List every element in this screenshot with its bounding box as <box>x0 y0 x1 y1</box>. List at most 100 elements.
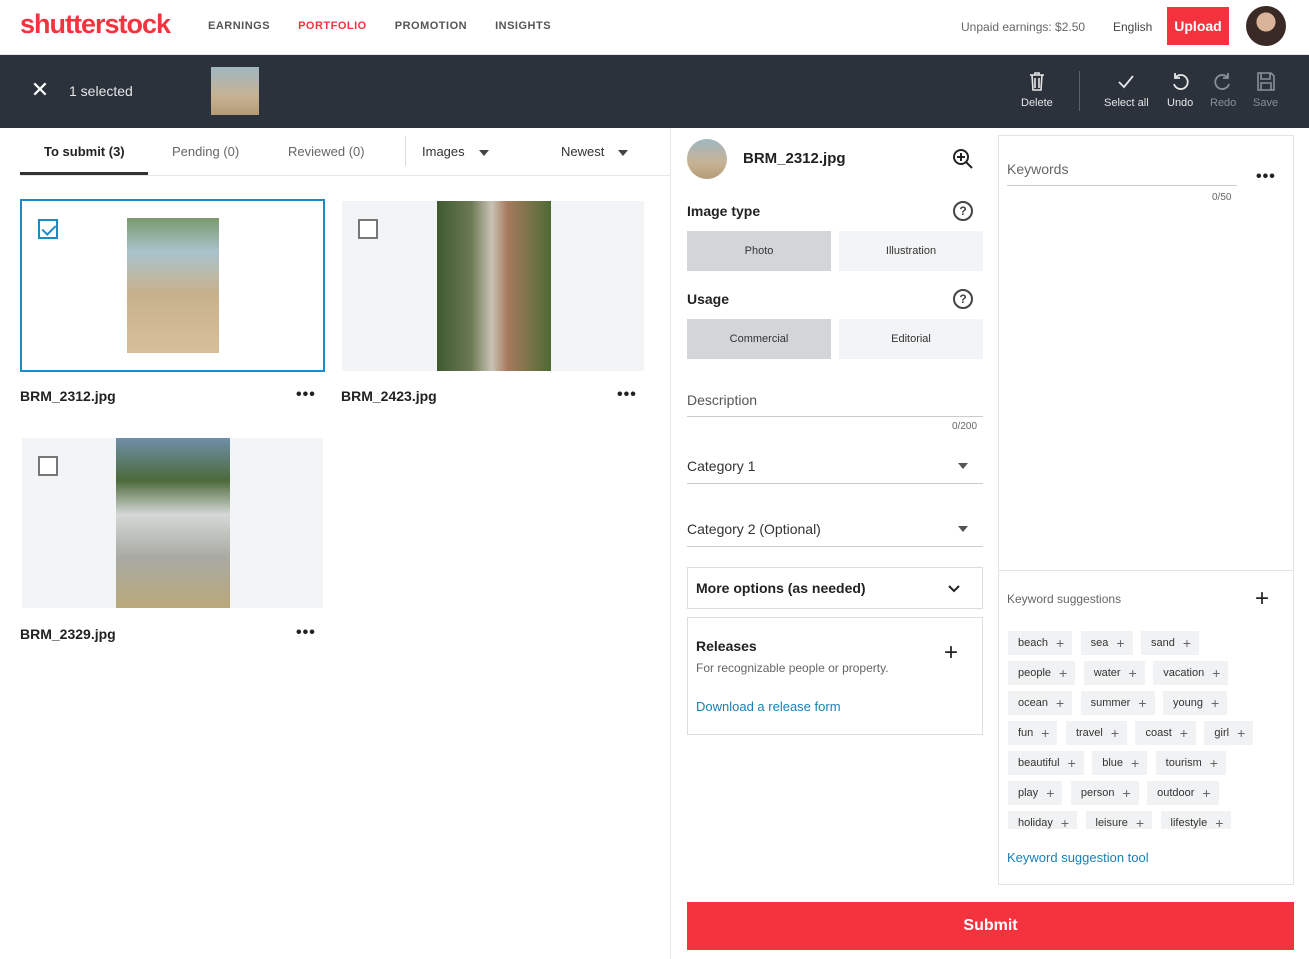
plus-icon: + <box>1122 785 1131 801</box>
plus-icon: + <box>1060 815 1070 829</box>
chevron-down-icon <box>958 463 968 469</box>
image-card[interactable] <box>22 438 323 608</box>
redo-label: Redo <box>1210 97 1237 109</box>
nav-portfolio[interactable]: PORTFOLIO <box>298 20 367 32</box>
delete-button[interactable]: Delete <box>1021 70 1053 109</box>
keyword-chip[interactable]: sand + <box>1141 631 1200 655</box>
more-icon[interactable]: ••• <box>296 386 316 404</box>
description-field[interactable]: Description <box>687 392 757 408</box>
select-all-button[interactable]: Select all <box>1104 70 1149 109</box>
description-count: 0/200 <box>952 421 978 432</box>
keyword-chip[interactable]: holiday + <box>1008 811 1078 829</box>
image-checkbox[interactable] <box>38 219 58 239</box>
more-options-toggle[interactable]: More options (as needed) <box>687 567 983 609</box>
keyword-chip[interactable]: leisure + <box>1085 811 1153 829</box>
keyword-chip[interactable]: travel + <box>1065 721 1128 745</box>
keywords-input[interactable]: Keywords <box>1007 161 1068 177</box>
image-card[interactable] <box>20 199 325 372</box>
top-bar: shutterstock EARNINGS PORTFOLIO PROMOTIO… <box>0 0 1309 55</box>
close-selection-icon[interactable]: ✕ <box>30 79 50 101</box>
redo-button[interactable]: Redo <box>1210 70 1236 109</box>
unpaid-earnings: Unpaid earnings: $2.50 <box>961 20 1086 34</box>
keywords-underline <box>1007 185 1237 186</box>
chip-label: beautiful <box>1018 757 1060 769</box>
keyword-chip[interactable]: tourism + <box>1155 751 1226 775</box>
image-thumbnail <box>437 201 551 371</box>
tab-to-submit[interactable]: To submit (3) <box>44 144 125 159</box>
chip-label: vacation <box>1163 667 1205 679</box>
sort-label: Newest <box>561 144 605 159</box>
keyword-chip[interactable]: water + <box>1083 661 1145 685</box>
image-type-title: Image type <box>687 203 761 219</box>
tab-pending[interactable]: Pending (0) <box>172 144 239 159</box>
plus-icon: + <box>1182 635 1192 651</box>
more-icon[interactable]: ••• <box>1256 168 1276 186</box>
plus-icon: + <box>1179 725 1188 741</box>
category2-select[interactable]: Category 2 (Optional) <box>687 521 821 537</box>
nav-earnings[interactable]: EARNINGS <box>208 20 270 32</box>
keyword-chip[interactable]: girl + <box>1204 721 1254 745</box>
keyword-chip[interactable]: summer + <box>1080 691 1155 715</box>
keyword-chip[interactable]: outdoor + <box>1147 781 1219 805</box>
keyword-chip[interactable]: sea + <box>1080 631 1133 655</box>
suggestions-title: Keyword suggestions <box>1007 592 1122 606</box>
plus-icon: + <box>1041 725 1050 741</box>
chevron-down-icon <box>478 149 489 156</box>
avatar[interactable] <box>1246 6 1286 46</box>
add-release-icon[interactable]: + <box>944 641 958 665</box>
more-icon[interactable]: ••• <box>296 624 316 642</box>
plus-icon: + <box>1138 695 1147 711</box>
shutterstock-logo[interactable]: shutterstock <box>20 9 171 40</box>
image-type-photo[interactable]: Photo <box>687 231 831 271</box>
type-filter-dropdown[interactable]: Images <box>422 144 489 159</box>
chip-label: person <box>1080 787 1115 799</box>
keyword-chip[interactable]: blue + <box>1092 751 1148 775</box>
toolbar-divider <box>1079 71 1080 111</box>
image-thumbnail <box>127 218 219 353</box>
select-all-label: Select all <box>1104 97 1149 109</box>
keyword-chip[interactable]: fun + <box>1008 721 1058 745</box>
submit-button[interactable]: Submit <box>687 902 1294 950</box>
plus-icon: + <box>1067 755 1076 771</box>
plus-icon: + <box>1059 665 1068 681</box>
undo-button[interactable]: Undo <box>1167 70 1193 109</box>
keyword-chip[interactable]: beach + <box>1008 631 1073 655</box>
help-icon[interactable]: ? <box>953 201 973 221</box>
zoom-in-icon[interactable] <box>952 148 974 170</box>
save-button[interactable]: Save <box>1253 70 1278 109</box>
help-icon[interactable]: ? <box>953 289 973 309</box>
active-tab-indicator <box>20 172 148 175</box>
more-icon[interactable]: ••• <box>617 386 637 404</box>
keyword-tool-link[interactable]: Keyword suggestion tool <box>1007 850 1149 865</box>
undo-label: Undo <box>1167 97 1194 109</box>
nav-promotion[interactable]: PROMOTION <box>395 20 467 32</box>
keyword-chip[interactable]: ocean + <box>1008 691 1073 715</box>
usage-commercial[interactable]: Commercial <box>687 319 831 359</box>
release-form-link[interactable]: Download a release form <box>696 699 841 714</box>
category1-select[interactable]: Category 1 <box>687 458 755 474</box>
keyword-chip[interactable]: young + <box>1163 691 1228 715</box>
plus-icon: + <box>1055 695 1065 711</box>
keyword-chip[interactable]: play + <box>1008 781 1063 805</box>
usage-editorial[interactable]: Editorial <box>839 319 983 359</box>
upload-button[interactable]: Upload <box>1167 7 1229 45</box>
image-checkbox[interactable] <box>38 456 58 476</box>
nav-insights[interactable]: INSIGHTS <box>495 20 551 32</box>
image-checkbox[interactable] <box>358 219 378 239</box>
plus-icon: + <box>1210 695 1220 711</box>
keyword-chip[interactable]: person + <box>1070 781 1139 805</box>
type-filter-label: Images <box>422 144 465 159</box>
main-nav: EARNINGS PORTFOLIO PROMOTION INSIGHTS <box>208 20 551 32</box>
image-type-illustration[interactable]: Illustration <box>839 231 983 271</box>
keyword-chip[interactable]: vacation + <box>1153 661 1229 685</box>
language-selector[interactable]: English <box>1113 20 1152 34</box>
image-card[interactable] <box>342 201 644 371</box>
add-all-icon[interactable]: + <box>1255 587 1269 611</box>
keyword-chip[interactable]: beautiful + <box>1008 751 1084 775</box>
tab-reviewed[interactable]: Reviewed (0) <box>288 144 365 159</box>
keyword-chip[interactable]: lifestyle + <box>1160 811 1232 829</box>
plus-icon: + <box>1131 755 1140 771</box>
sort-dropdown[interactable]: Newest <box>561 144 629 159</box>
keyword-chip[interactable]: coast + <box>1135 721 1196 745</box>
keyword-chip[interactable]: people + <box>1008 661 1076 685</box>
